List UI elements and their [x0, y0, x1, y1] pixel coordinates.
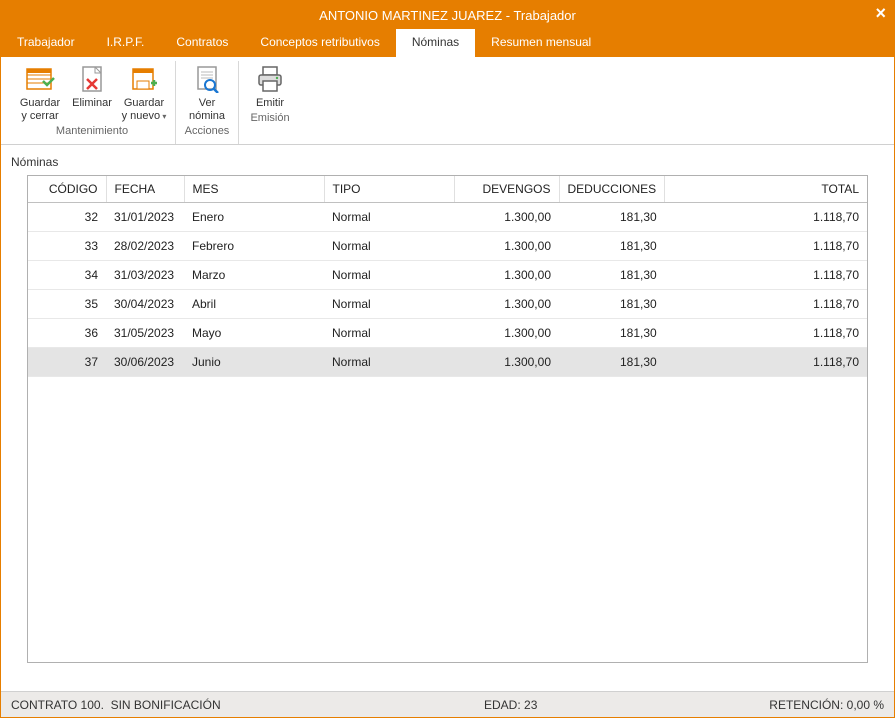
cell-fecha: 30/04/2023 — [106, 290, 184, 319]
cell-mes: Febrero — [184, 232, 324, 261]
cell-devengos: 1.300,00 — [454, 290, 559, 319]
payroll-grid[interactable]: CÓDIGO FECHA MES TIPO DEVENGOS DEDUCCION… — [27, 175, 868, 663]
col-total[interactable]: TOTAL — [665, 176, 867, 203]
col-devengos[interactable]: DEVENGOS — [454, 176, 559, 203]
col-fecha[interactable]: FECHA — [106, 176, 184, 203]
ribbon: Guardary cerrarEliminarGuardary nuevo ▾M… — [1, 57, 894, 145]
cell-tipo: Normal — [324, 261, 454, 290]
cell-total: 1.118,70 — [665, 290, 867, 319]
cell-deducciones: 181,30 — [559, 203, 665, 232]
table-header-row: CÓDIGO FECHA MES TIPO DEVENGOS DEDUCCION… — [28, 176, 867, 203]
save-new-icon — [129, 63, 159, 95]
cell-deducciones: 181,30 — [559, 290, 665, 319]
cell-deducciones: 181,30 — [559, 261, 665, 290]
cell-tipo: Normal — [324, 290, 454, 319]
tab-conceptos-retributivos[interactable]: Conceptos retributivos — [244, 29, 395, 57]
col-tipo[interactable]: TIPO — [324, 176, 454, 203]
tab-resumen-mensual[interactable]: Resumen mensual — [475, 29, 607, 57]
cell-tipo: Normal — [324, 348, 454, 377]
chevron-down-icon: ▾ — [160, 112, 166, 121]
cell-codigo: 37 — [28, 348, 106, 377]
cell-codigo: 33 — [28, 232, 106, 261]
content-area: Nóminas CÓDIGO FECHA MES TIPO DEVENGOS D… — [1, 145, 894, 691]
title-bar: ANTONIO MARTINEZ JUAREZ - Trabajador × — [1, 1, 894, 29]
table-row[interactable]: 3530/04/2023AbrilNormal1.300,00181,301.1… — [28, 290, 867, 319]
table-row[interactable]: 3231/01/2023EneroNormal1.300,00181,301.1… — [28, 203, 867, 232]
ribbon-group-label: Mantenimiento — [56, 123, 128, 140]
cell-codigo: 32 — [28, 203, 106, 232]
status-bar: CONTRATO 100. SIN BONIFICACIÓN EDAD: 23 … — [1, 691, 894, 717]
status-contract: CONTRATO 100. SIN BONIFICACIÓN — [11, 698, 484, 712]
cell-devengos: 1.300,00 — [454, 261, 559, 290]
window-title: ANTONIO MARTINEZ JUAREZ - Trabajador — [319, 8, 576, 23]
menu-bar: TrabajadorI.R.P.F.ContratosConceptos ret… — [1, 29, 894, 57]
cell-fecha: 31/05/2023 — [106, 319, 184, 348]
cell-mes: Marzo — [184, 261, 324, 290]
table-row[interactable]: 3631/05/2023MayoNormal1.300,00181,301.11… — [28, 319, 867, 348]
view-payroll-button[interactable]: Vernómina — [182, 61, 232, 123]
cell-mes: Abril — [184, 290, 324, 319]
tab-contratos[interactable]: Contratos — [160, 29, 244, 57]
cell-devengos: 1.300,00 — [454, 319, 559, 348]
delete-button[interactable]: Eliminar — [67, 61, 117, 123]
view-icon — [192, 63, 222, 95]
table-row[interactable]: 3328/02/2023FebreroNormal1.300,00181,301… — [28, 232, 867, 261]
col-deducciones[interactable]: DEDUCCIONES — [559, 176, 665, 203]
cell-fecha: 31/01/2023 — [106, 203, 184, 232]
section-title: Nóminas — [9, 155, 886, 169]
cell-devengos: 1.300,00 — [454, 232, 559, 261]
print-icon — [255, 63, 285, 95]
cell-deducciones: 181,30 — [559, 348, 665, 377]
save-close-icon — [25, 63, 55, 95]
cell-deducciones: 181,30 — [559, 232, 665, 261]
col-mes[interactable]: MES — [184, 176, 324, 203]
tab-i-r-p-f-[interactable]: I.R.P.F. — [91, 29, 161, 57]
table-row[interactable]: 3730/06/2023JunioNormal1.300,00181,301.1… — [28, 348, 867, 377]
cell-total: 1.118,70 — [665, 348, 867, 377]
cell-mes: Enero — [184, 203, 324, 232]
cell-devengos: 1.300,00 — [454, 203, 559, 232]
tab-trabajador[interactable]: Trabajador — [1, 29, 91, 57]
table-row[interactable]: 3431/03/2023MarzoNormal1.300,00181,301.1… — [28, 261, 867, 290]
cell-mes: Junio — [184, 348, 324, 377]
cell-total: 1.118,70 — [665, 319, 867, 348]
cell-tipo: Normal — [324, 319, 454, 348]
cell-fecha: 31/03/2023 — [106, 261, 184, 290]
status-age: EDAD: 23 — [484, 698, 684, 712]
close-icon[interactable]: × — [875, 3, 886, 24]
emit-button[interactable]: Emitir — [245, 61, 295, 110]
cell-tipo: Normal — [324, 203, 454, 232]
cell-mes: Mayo — [184, 319, 324, 348]
delete-icon — [77, 63, 107, 95]
col-codigo[interactable]: CÓDIGO — [28, 176, 106, 203]
cell-total: 1.118,70 — [665, 232, 867, 261]
save-close-button[interactable]: Guardary cerrar — [15, 61, 65, 123]
cell-fecha: 28/02/2023 — [106, 232, 184, 261]
tab-n-minas[interactable]: Nóminas — [396, 29, 475, 57]
cell-tipo: Normal — [324, 232, 454, 261]
cell-codigo: 35 — [28, 290, 106, 319]
ribbon-group-label: Acciones — [185, 123, 230, 140]
status-retention: RETENCIÓN: 0,00 % — [684, 698, 884, 712]
save-new-button[interactable]: Guardary nuevo ▾ — [119, 61, 169, 123]
cell-codigo: 36 — [28, 319, 106, 348]
cell-deducciones: 181,30 — [559, 319, 665, 348]
cell-total: 1.118,70 — [665, 203, 867, 232]
cell-codigo: 34 — [28, 261, 106, 290]
cell-fecha: 30/06/2023 — [106, 348, 184, 377]
ribbon-group-label: Emisión — [250, 110, 289, 127]
cell-total: 1.118,70 — [665, 261, 867, 290]
cell-devengos: 1.300,00 — [454, 348, 559, 377]
